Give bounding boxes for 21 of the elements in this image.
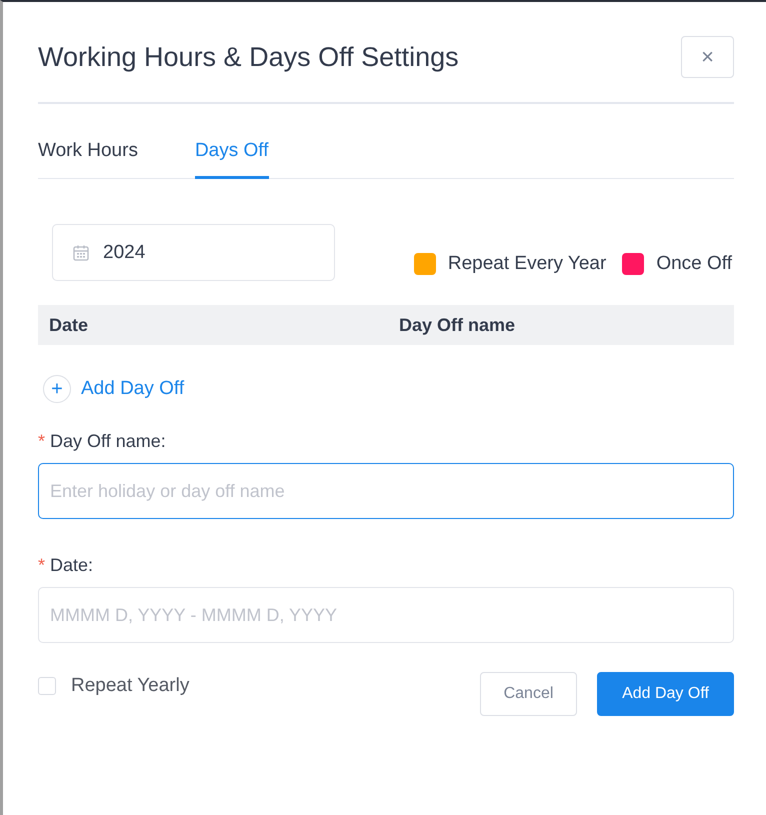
legend-label: Repeat Every Year (448, 253, 606, 275)
required-mark: * (38, 431, 46, 452)
year-field[interactable]: 2024 (52, 224, 335, 281)
column-header: Day Off name (399, 314, 516, 336)
add-day-off-link[interactable]: Add Day Off (81, 378, 184, 400)
close-button[interactable]: × (681, 36, 734, 78)
required-mark: * (38, 555, 46, 576)
add-button[interactable]: Add Day Off (597, 672, 734, 716)
checkbox[interactable] (38, 677, 56, 695)
field-label: Date: (50, 555, 94, 576)
tab[interactable]: Work Hours (38, 140, 138, 179)
add-icon[interactable]: + (43, 375, 71, 403)
checkbox-label: Repeat Yearly (71, 675, 190, 697)
input-field[interactable]: Enter holiday or day off name (38, 463, 734, 519)
legend-label: Once Off (656, 253, 732, 275)
cancel-button[interactable]: Cancel (480, 672, 577, 716)
dialog-title: Working Hours & Days Off Settings (38, 42, 459, 72)
tab[interactable]: Days Off (194, 140, 269, 179)
calendar-icon (72, 244, 90, 262)
field-label: Day Off name: (50, 431, 166, 452)
column-header: Date (48, 314, 90, 336)
